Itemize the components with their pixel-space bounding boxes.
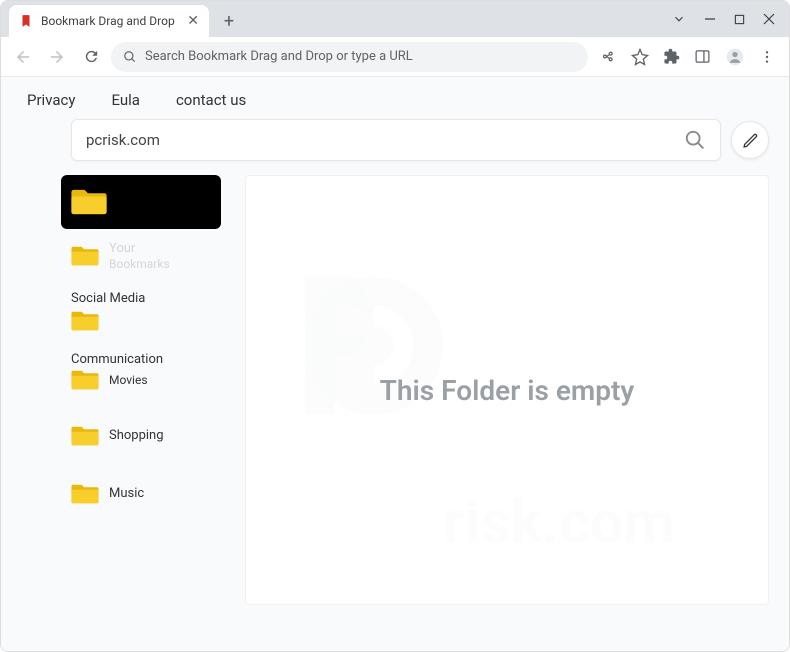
folder-icon: [71, 483, 99, 505]
folder-icon: [71, 369, 99, 391]
omnibox[interactable]: Search Bookmark Drag and Drop or type a …: [111, 42, 588, 72]
search-box: [71, 119, 721, 161]
svg-text:risk.com: risk.com: [443, 489, 675, 558]
toolbar-actions: [594, 47, 781, 67]
folder-item-music[interactable]: Music: [61, 475, 221, 513]
top-nav: Privacy Eula contact us: [1, 77, 789, 115]
omnibox-placeholder: Search Bookmark Drag and Drop or type a …: [145, 49, 413, 64]
forward-button[interactable]: [43, 43, 71, 71]
tab-title: Bookmark Drag and Drop: [41, 14, 179, 28]
folder-label: Shopping: [109, 428, 164, 443]
empty-folder-message: This Folder is empty: [380, 374, 635, 407]
folder-sidebar: Your Bookmarks Social Media Communicatio…: [61, 175, 221, 605]
bookmark-icon: [19, 14, 33, 28]
folder-label: Music: [109, 486, 144, 501]
search-input[interactable]: [86, 131, 676, 149]
folder-item-shopping[interactable]: Shopping: [61, 417, 221, 455]
new-tab-button[interactable]: +: [215, 7, 243, 35]
pencil-icon: [742, 132, 759, 149]
folder-label-group: Your Bookmarks: [109, 241, 170, 271]
back-button[interactable]: [9, 43, 37, 71]
chevron-down-icon[interactable]: [672, 12, 686, 26]
edit-button[interactable]: [731, 121, 769, 159]
extensions-icon[interactable]: [663, 48, 680, 65]
folder-label-2: Movies: [109, 373, 148, 387]
titlebar: Bookmark Drag and Drop ✕ +: [1, 1, 789, 37]
maximize-icon[interactable]: [734, 14, 745, 25]
profile-icon[interactable]: [725, 47, 745, 67]
star-icon[interactable]: [631, 48, 649, 66]
sidepanel-icon[interactable]: [694, 48, 711, 65]
folder-item-communication[interactable]: Communication Movies: [61, 344, 221, 399]
search-icon: [123, 50, 137, 64]
nav-contact[interactable]: contact us: [176, 91, 246, 109]
folder-icon: [71, 245, 99, 267]
arrow-left-icon: [14, 48, 32, 66]
minimize-icon[interactable]: [704, 13, 716, 25]
browser-tab[interactable]: Bookmark Drag and Drop ✕: [9, 5, 209, 37]
browser-toolbar: Search Bookmark Drag and Drop or type a …: [1, 37, 789, 77]
folder-label-2: Bookmarks: [109, 257, 170, 271]
nav-eula[interactable]: Eula: [111, 91, 139, 109]
folder-label: Communication: [71, 352, 163, 367]
nav-privacy[interactable]: Privacy: [27, 91, 75, 109]
main-content: Your Bookmarks Social Media Communicatio…: [1, 175, 789, 605]
folder-label: Social Media: [71, 291, 145, 306]
search-submit-icon[interactable]: [684, 129, 706, 151]
folder-icon: [71, 310, 99, 332]
share-icon[interactable]: [600, 48, 617, 65]
close-tab-icon[interactable]: ✕: [187, 13, 199, 29]
reload-icon: [83, 48, 100, 65]
folder-item-active[interactable]: [61, 175, 221, 229]
menu-icon[interactable]: [759, 49, 775, 65]
arrow-right-icon: [48, 48, 66, 66]
browser-window: Bookmark Drag and Drop ✕ + Search Bookma…: [0, 0, 790, 652]
reload-button[interactable]: [77, 43, 105, 71]
folder-item-social[interactable]: Social Media: [61, 283, 221, 340]
search-row: [1, 115, 789, 175]
folder-item-bookmarks[interactable]: Your Bookmarks: [61, 233, 221, 279]
window-controls: [672, 1, 789, 37]
folder-icon: [71, 188, 107, 217]
folder-label: Your: [109, 241, 170, 257]
page-content: Privacy Eula contact us: [1, 77, 789, 651]
close-window-icon[interactable]: [763, 13, 775, 25]
folder-contents-panel: risk.com This Folder is empty: [245, 175, 769, 605]
folder-icon: [71, 425, 99, 447]
